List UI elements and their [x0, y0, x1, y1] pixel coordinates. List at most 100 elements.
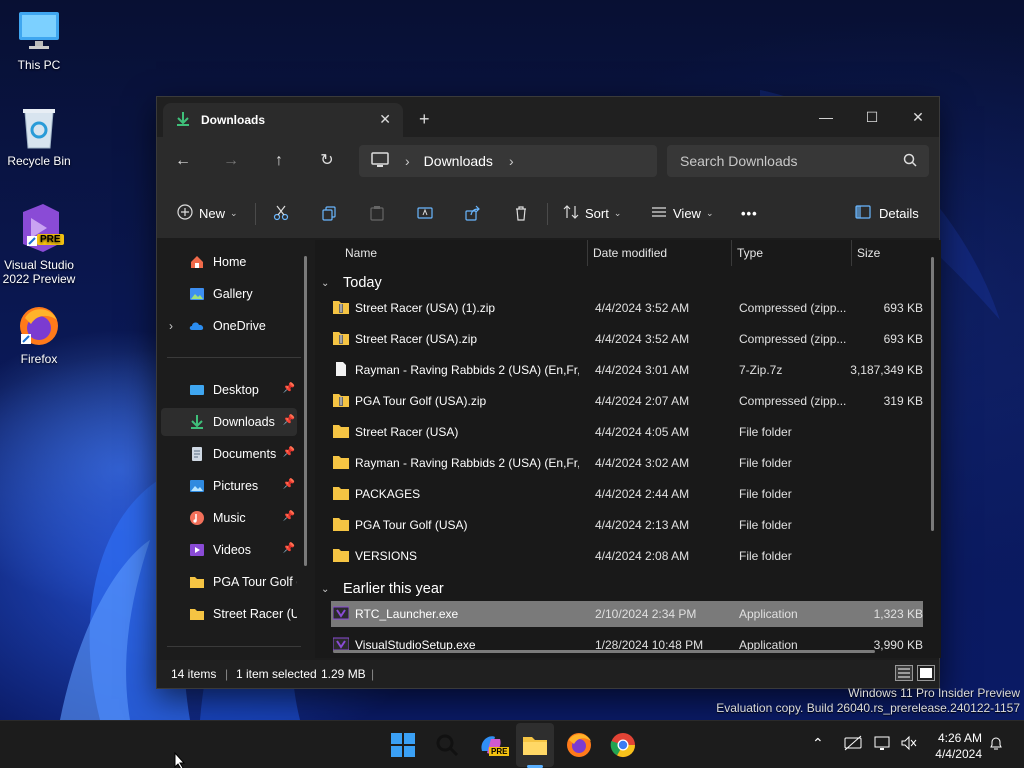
breadcrumb-separator: › — [405, 153, 410, 169]
address-bar[interactable]: › Downloads › — [359, 145, 657, 177]
back-arrow-icon[interactable]: ← — [171, 149, 195, 173]
file-row[interactable]: PGA Tour Golf (USA) 4/4/2024 2:13 AM File … — [331, 512, 923, 538]
details-pane-icon — [855, 204, 871, 223]
sidebar-item-downloads[interactable]: Downloads 📌 — [161, 408, 297, 436]
file-name: PGA Tour Golf (USA).zip — [355, 394, 487, 408]
file-list-scrollbar[interactable] — [931, 257, 934, 531]
pin-icon[interactable]: 📌 — [283, 511, 295, 522]
sidebar-item-desktop[interactable]: Desktop 📌 — [161, 376, 297, 404]
share-icon[interactable] — [461, 201, 485, 225]
folder-icon — [189, 606, 205, 622]
file-row[interactable]: PGA Tour Golf (USA).zip 4/4/2024 2:07 AM C… — [331, 388, 923, 414]
close-tab-icon[interactable]: ✕ — [379, 111, 391, 128]
column-divider[interactable] — [731, 240, 732, 266]
search-icon[interactable] — [433, 731, 461, 759]
sidebar-item-music[interactable]: Music 📌 — [161, 504, 297, 532]
search-placeholder: Search Downloads — [680, 153, 798, 169]
folder-icon — [333, 548, 349, 562]
minimize-button[interactable]: — — [803, 103, 849, 131]
chrome-icon[interactable] — [609, 731, 637, 759]
details-button[interactable]: Details — [855, 201, 919, 225]
search-input[interactable]: Search Downloads — [667, 145, 929, 177]
close-button[interactable]: ✕ — [895, 103, 941, 131]
group-header-today[interactable]: ⌄ Today — [321, 270, 382, 296]
sidebar-item-onedrive[interactable]: › OneDrive — [161, 312, 297, 340]
rename-icon[interactable] — [413, 201, 437, 225]
network-icon[interactable] — [874, 735, 892, 754]
chevron-up-icon[interactable]: ⌃ — [812, 735, 824, 752]
pre-badge: PRE — [489, 747, 510, 756]
sidebar-item-gallery[interactable]: Gallery — [161, 280, 297, 308]
pin-icon[interactable]: 📌 — [283, 479, 295, 490]
status-separator: | — [371, 667, 375, 681]
sidebar-item-pictures[interactable]: Pictures 📌 — [161, 472, 297, 500]
column-divider[interactable] — [851, 240, 852, 266]
zip-icon — [333, 393, 349, 407]
new-button[interactable]: New ⌄ — [177, 201, 238, 225]
copilot-icon[interactable]: PRE — [477, 731, 510, 759]
sidebar-item-pga-tour-golf[interactable]: PGA Tour Golf (U — [161, 568, 297, 596]
separator — [547, 203, 548, 225]
details-view-icon[interactable] — [895, 665, 913, 684]
desktop-icon-recycle-bin[interactable]: Recycle Bin — [0, 106, 78, 168]
sidebar-label: PGA Tour Golf (U — [213, 575, 297, 589]
pin-icon[interactable]: 📌 — [283, 447, 295, 458]
chevron-right-icon[interactable]: › — [169, 319, 173, 333]
maximize-button[interactable]: ☐ — [849, 103, 895, 131]
desktop-icon-label: Firefox — [20, 352, 58, 366]
tab-downloads[interactable]: Downloads ✕ — [163, 103, 403, 137]
horizontal-scrollbar[interactable] — [333, 650, 875, 653]
forward-arrow-icon[interactable]: → — [219, 149, 243, 173]
desktop-icon-this-pc[interactable]: This PC — [0, 10, 78, 72]
pin-icon[interactable]: 📌 — [283, 543, 295, 554]
sidebar-item-street-racer[interactable]: Street Racer (US. — [161, 600, 297, 628]
network-offline-icon[interactable] — [844, 735, 862, 754]
item-count: 14 items — [171, 667, 217, 681]
file-size: 693 KB — [883, 301, 923, 315]
file-row[interactable]: VERSIONS 4/4/2024 2:08 AM File folder — [331, 543, 923, 569]
file-row[interactable]: Rayman - Raving Rabbids 2 (USA) (En,Fr,.… — [331, 357, 923, 383]
volume-muted-icon[interactable] — [900, 735, 918, 754]
group-header-earlier[interactable]: ⌄ Earlier this year — [321, 576, 444, 602]
sidebar-item-videos[interactable]: Videos 📌 — [161, 536, 297, 564]
pin-icon[interactable]: 📌 — [283, 415, 295, 426]
desktop-icon-visual-studio[interactable]: PRE Visual Studio 2022 Preview — [0, 202, 78, 286]
new-tab-button[interactable]: + — [419, 109, 430, 130]
view-button[interactable]: View ⌄ — [651, 201, 714, 225]
up-arrow-icon[interactable]: ↑ — [267, 149, 291, 173]
more-options-button[interactable]: ••• — [741, 201, 758, 225]
sidebar-scrollbar[interactable] — [304, 256, 307, 566]
notification-bell-icon[interactable] — [988, 735, 1004, 754]
column-header-type[interactable]: Type — [737, 240, 763, 266]
breadcrumb-chevron[interactable]: › — [509, 153, 514, 169]
tiles-view-icon[interactable] — [917, 665, 935, 684]
file-explorer-icon[interactable] — [521, 731, 549, 759]
firefox-taskbar-icon[interactable] — [565, 731, 593, 759]
sort-button[interactable]: Sort ⌄ — [563, 201, 621, 225]
copy-icon[interactable] — [317, 201, 341, 225]
paste-icon[interactable] — [365, 201, 389, 225]
file-row[interactable]: Street Racer (USA) (1).zip 4/4/2024 3:52 … — [331, 295, 923, 321]
file-row[interactable]: RTC_Launcher.exe 2/10/2024 2:34 PM Applica… — [331, 601, 923, 627]
file-row[interactable]: Street Racer (USA).zip 4/4/2024 3:52 AM Co… — [331, 326, 923, 352]
file-row[interactable]: Rayman - Raving Rabbids 2 (USA) (En,Fr,.… — [331, 450, 923, 476]
breadcrumb-downloads[interactable]: Downloads — [424, 153, 493, 169]
cut-icon[interactable] — [269, 201, 293, 225]
file-name: Rayman - Raving Rabbids 2 (USA) (En,Fr,.… — [355, 456, 579, 470]
delete-icon[interactable] — [509, 201, 533, 225]
column-divider[interactable] — [587, 240, 588, 266]
system-clock[interactable]: 4:26 AM 4/4/2024 — [935, 730, 982, 762]
start-button[interactable] — [389, 731, 417, 759]
sidebar-item-documents[interactable]: Documents 📌 — [161, 440, 297, 468]
pin-icon[interactable]: 📌 — [283, 383, 295, 394]
file-row[interactable]: VisualStudioSetup.exe 1/28/2024 10:48 PM A… — [331, 632, 923, 658]
clock-time: 4:26 AM — [937, 731, 982, 745]
column-header-size[interactable]: Size — [857, 240, 880, 266]
sidebar-item-home[interactable]: Home — [161, 248, 297, 276]
column-header-name[interactable]: Name — [345, 240, 377, 266]
file-row[interactable]: Street Racer (USA) 4/4/2024 4:05 AM File f… — [331, 419, 923, 445]
file-row[interactable]: PACKAGES 4/4/2024 2:44 AM File folder — [331, 481, 923, 507]
refresh-icon[interactable]: ↻ — [315, 149, 339, 173]
folder-icon — [333, 486, 349, 500]
desktop-icon-firefox[interactable]: Firefox — [0, 304, 78, 366]
